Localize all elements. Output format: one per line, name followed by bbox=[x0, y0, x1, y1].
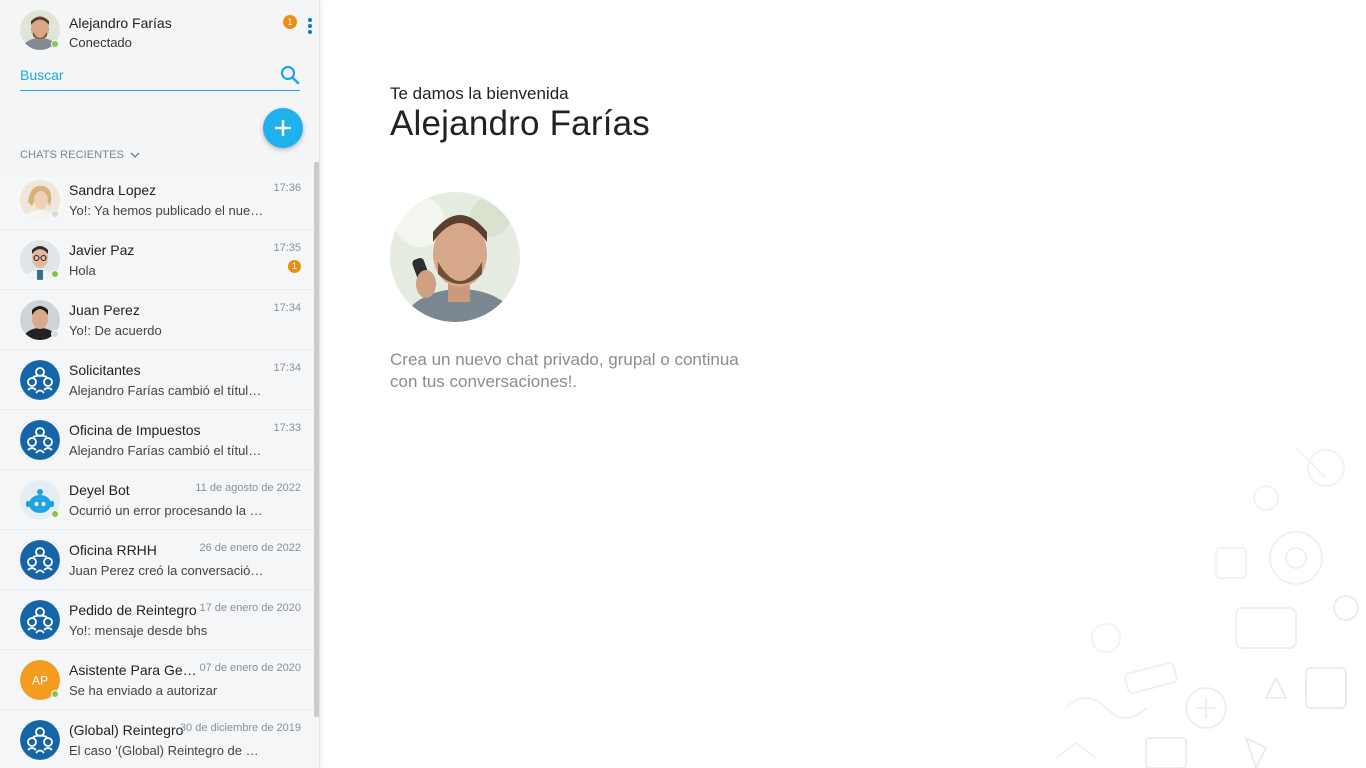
sidebar-scrollbar[interactable] bbox=[314, 162, 319, 717]
chat-timestamp: 17 de enero de 2020 bbox=[199, 602, 301, 614]
presence-status-dot bbox=[51, 330, 59, 338]
chat-last-message: Yo!: Ya hemos publicado el nuevo... bbox=[69, 203, 267, 218]
chat-list: Sandra Lopez 17:36 Yo!: Ya hemos publicado… bbox=[0, 170, 314, 768]
chat-timestamp: 07 de enero de 2020 bbox=[199, 662, 301, 674]
chat-timestamp: 17:34 bbox=[273, 302, 301, 314]
chat-last-message: El caso '(Global) Reintegro de Ga... bbox=[69, 743, 267, 758]
welcome-hint: Crea un nuevo chat privado, grupal o con… bbox=[390, 350, 739, 391]
group-icon bbox=[20, 420, 60, 460]
chat-list-item[interactable]: Pedido de Reintegro 17 de enero de 2020 Yo… bbox=[0, 590, 314, 650]
chat-list-item[interactable]: Deyel Bot 11 de agosto de 2022 Ocurrió un … bbox=[0, 470, 314, 530]
chat-title: Deyel Bot bbox=[69, 482, 130, 498]
chat-last-message: Ocurrió un error procesando la g... bbox=[69, 503, 267, 518]
background-doodle-pattern bbox=[966, 408, 1366, 768]
chat-last-message: Juan Perez creó la conversación ... bbox=[69, 563, 267, 578]
chat-list-item[interactable]: (Global) Reintegro 30 de diciembre de 201… bbox=[0, 710, 314, 768]
initials-text: AP bbox=[32, 674, 48, 688]
chat-last-message: Hola bbox=[69, 263, 96, 278]
group-icon bbox=[20, 600, 60, 640]
recent-chats-label: CHATS RECIENTES bbox=[20, 149, 124, 161]
recent-chats-toggle[interactable]: CHATS RECIENTES bbox=[20, 149, 140, 161]
user-name: Alejandro Farías bbox=[69, 15, 172, 31]
presence-status-dot bbox=[51, 510, 59, 518]
search-input[interactable] bbox=[20, 64, 270, 86]
welcome-panel: Te damos la bienvenida Alejandro Farías … bbox=[321, 0, 1366, 768]
chat-last-message: Se ha enviado a autorizar bbox=[69, 683, 218, 698]
chat-timestamp: 17:33 bbox=[273, 422, 301, 434]
search-icon[interactable] bbox=[280, 65, 300, 85]
more-options-icon[interactable] bbox=[303, 18, 317, 38]
chat-list-item[interactable]: AP Asistente Para Gestión 07 de enero de 2… bbox=[0, 650, 314, 710]
chat-list-item[interactable]: Oficina de Impuestos 17:33 Alejandro Faría… bbox=[0, 410, 314, 470]
group-icon bbox=[20, 540, 60, 580]
presence-status-dot bbox=[51, 690, 59, 698]
chevron-down-icon bbox=[130, 152, 140, 158]
chat-title: Oficina de Impuestos bbox=[69, 422, 201, 438]
welcome-user-name: Alejandro Farías bbox=[390, 104, 650, 143]
chat-title: Javier Paz bbox=[69, 242, 135, 258]
chat-list-item[interactable]: Juan Perez 17:34 Yo!: De acuerdo bbox=[0, 290, 314, 350]
new-chat-button[interactable] bbox=[263, 108, 303, 148]
chat-timestamp: 17:36 bbox=[273, 182, 301, 194]
notification-badge[interactable]: 1 bbox=[283, 15, 297, 29]
chat-last-message: Alejandro Farías cambió el título ... bbox=[69, 383, 267, 398]
presence-status-dot bbox=[51, 270, 59, 278]
presence-status-dot bbox=[51, 210, 59, 218]
chat-last-message: Alejandro Farías cambió el título ... bbox=[69, 443, 267, 458]
chat-title: Juan Perez bbox=[69, 302, 140, 318]
plus-icon bbox=[275, 120, 291, 136]
chat-title: Solicitantes bbox=[69, 362, 141, 378]
chat-list-item[interactable]: Oficina RRHH 26 de enero de 2022 Juan Pere… bbox=[0, 530, 314, 590]
welcome-text: Te damos la bienvenida bbox=[390, 84, 569, 103]
unread-badge: 1 bbox=[288, 260, 301, 273]
chat-timestamp: 17:35 bbox=[273, 242, 301, 254]
current-user-header: Alejandro Farías Conectado 1 bbox=[0, 0, 319, 58]
chat-last-message: Yo!: De acuerdo bbox=[69, 323, 162, 338]
chat-app: Alejandro Farías Conectado 1 CHAT bbox=[0, 0, 1366, 768]
welcome-user-avatar bbox=[390, 192, 520, 322]
user-avatar[interactable] bbox=[20, 10, 60, 50]
chat-timestamp: 30 de diciembre de 2019 bbox=[179, 722, 301, 734]
chat-title: Sandra Lopez bbox=[69, 182, 157, 198]
group-icon bbox=[20, 360, 60, 400]
chat-title: Oficina RRHH bbox=[69, 542, 157, 558]
chat-timestamp: 11 de agosto de 2022 bbox=[195, 482, 301, 494]
user-status: Conectado bbox=[69, 35, 132, 50]
group-icon bbox=[20, 720, 60, 760]
chat-last-message: Yo!: mensaje desde bhs bbox=[69, 623, 208, 638]
chat-list-item[interactable]: Sandra Lopez 17:36 Yo!: Ya hemos publicado… bbox=[0, 170, 314, 230]
chat-list-item[interactable]: Solicitantes 17:34 Alejandro Farías cambió… bbox=[0, 350, 314, 410]
chat-timestamp: 26 de enero de 2022 bbox=[199, 542, 301, 554]
online-status-dot bbox=[51, 40, 59, 48]
chat-title: Pedido de Reintegro bbox=[69, 602, 197, 618]
search-bar bbox=[20, 60, 300, 91]
sidebar: Alejandro Farías Conectado 1 CHAT bbox=[0, 0, 320, 768]
chat-list-item[interactable]: Javier Paz 17:35 Hola 1 bbox=[0, 230, 314, 290]
chat-timestamp: 17:34 bbox=[273, 362, 301, 374]
chat-title: Asistente Para Gestión bbox=[69, 662, 201, 678]
